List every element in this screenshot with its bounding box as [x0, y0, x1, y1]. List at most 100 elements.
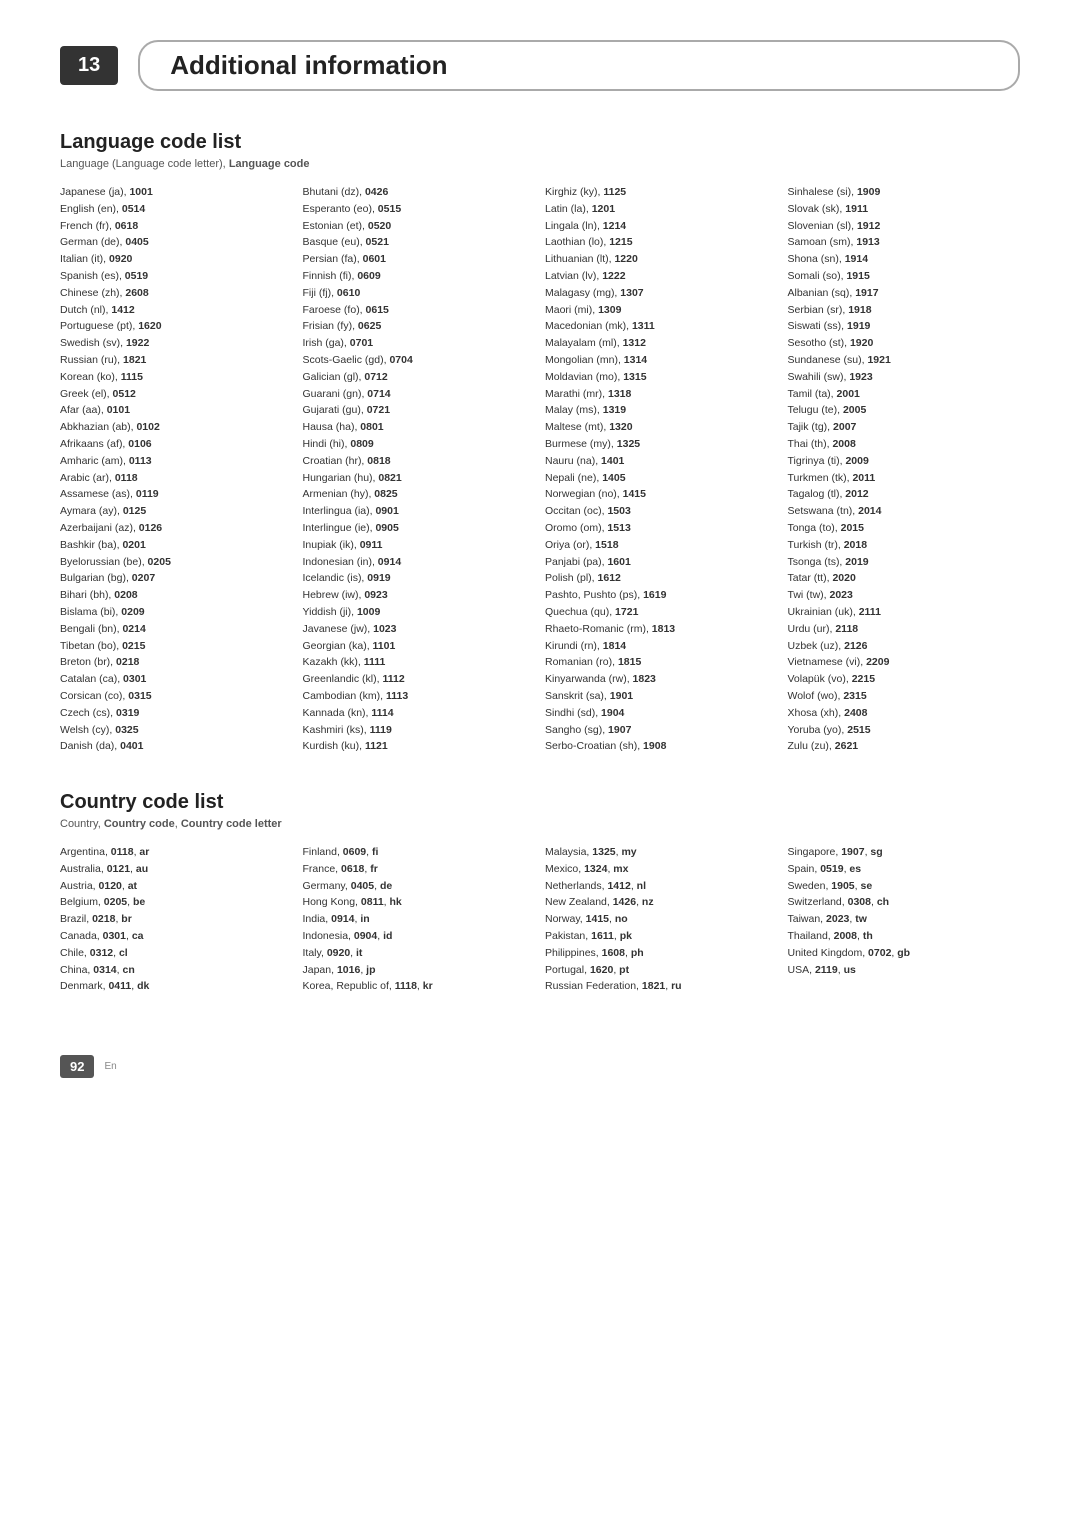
code-item: Singapore, 1907, sg	[788, 844, 1021, 861]
code-item: Greek (el), 0512	[60, 386, 293, 403]
code-item: Wolof (wo), 2315	[788, 688, 1021, 705]
code-item: Telugu (te), 2005	[788, 402, 1021, 419]
code-item: Bengali (bn), 0214	[60, 621, 293, 638]
code-item: Malay (ms), 1319	[545, 402, 778, 419]
footer-lang: En	[104, 1061, 116, 1072]
lang-col-2: Kirghiz (ky), 1125Latin (la), 1201Lingal…	[545, 184, 778, 755]
lang-col-1: Bhutani (dz), 0426Esperanto (eo), 0515Es…	[303, 184, 536, 755]
code-item: Netherlands, 1412, nl	[545, 878, 778, 895]
country-col-1: Finland, 0609, fiFrance, 0618, frGermany…	[303, 844, 536, 995]
code-item: Afar (aa), 0101	[60, 402, 293, 419]
code-item: Hausa (ha), 0801	[303, 419, 536, 436]
code-item: Australia, 0121, au	[60, 861, 293, 878]
code-item: Tibetan (bo), 0215	[60, 638, 293, 655]
code-item: Marathi (mr), 1318	[545, 386, 778, 403]
code-item: Uzbek (uz), 2126	[788, 638, 1021, 655]
code-item: Romanian (ro), 1815	[545, 654, 778, 671]
code-item: Cambodian (km), 1113	[303, 688, 536, 705]
code-item: Malagasy (mg), 1307	[545, 285, 778, 302]
code-item: Oriya (or), 1518	[545, 537, 778, 554]
code-item: Switzerland, 0308, ch	[788, 894, 1021, 911]
code-item: Slovenian (sl), 1912	[788, 218, 1021, 235]
code-item: Bhutani (dz), 0426	[303, 184, 536, 201]
code-item: Yiddish (ji), 1009	[303, 604, 536, 621]
code-item: Galician (gl), 0712	[303, 369, 536, 386]
country-col-3: Singapore, 1907, sgSpain, 0519, esSweden…	[788, 844, 1021, 995]
code-item: Canada, 0301, ca	[60, 928, 293, 945]
code-item: Dutch (nl), 1412	[60, 302, 293, 319]
code-item: Sanskrit (sa), 1901	[545, 688, 778, 705]
code-item: Gujarati (gu), 0721	[303, 402, 536, 419]
page-number: 92	[60, 1055, 94, 1078]
code-item: Korea, Republic of, 1118, kr	[303, 978, 536, 995]
code-item: Guarani (gn), 0714	[303, 386, 536, 403]
code-item: Burmese (my), 1325	[545, 436, 778, 453]
code-item: Byelorussian (be), 0205	[60, 554, 293, 571]
code-item: Kirundi (rn), 1814	[545, 638, 778, 655]
code-item: Scots-Gaelic (gd), 0704	[303, 352, 536, 369]
code-item: Esperanto (eo), 0515	[303, 201, 536, 218]
code-item: Sweden, 1905, se	[788, 878, 1021, 895]
code-item: Latin (la), 1201	[545, 201, 778, 218]
code-item: French (fr), 0618	[60, 218, 293, 235]
code-item: Azerbaijani (az), 0126	[60, 520, 293, 537]
code-item: Amharic (am), 0113	[60, 453, 293, 470]
code-item: Oromo (om), 1513	[545, 520, 778, 537]
code-item: Finland, 0609, fi	[303, 844, 536, 861]
code-item: Korean (ko), 1115	[60, 369, 293, 386]
code-item: Thai (th), 2008	[788, 436, 1021, 453]
code-item: Yoruba (yo), 2515	[788, 722, 1021, 739]
code-item: Javanese (jw), 1023	[303, 621, 536, 638]
country-col-0: Argentina, 0118, arAustralia, 0121, auAu…	[60, 844, 293, 995]
code-item: Ukrainian (uk), 2111	[788, 604, 1021, 621]
code-item: Portuguese (pt), 1620	[60, 318, 293, 335]
code-item: Malayalam (ml), 1312	[545, 335, 778, 352]
language-section-subtitle: Language (Language code letter), Languag…	[60, 158, 1020, 170]
code-item: Catalan (ca), 0301	[60, 671, 293, 688]
code-item: Assamese (as), 0119	[60, 486, 293, 503]
code-item: Occitan (oc), 1503	[545, 503, 778, 520]
code-item: Bulgarian (bg), 0207	[60, 570, 293, 587]
code-item: Bihari (bh), 0208	[60, 587, 293, 604]
code-item: New Zealand, 1426, nz	[545, 894, 778, 911]
code-item: Nepali (ne), 1405	[545, 470, 778, 487]
country-code-grid: Argentina, 0118, arAustralia, 0121, auAu…	[60, 844, 1020, 995]
country-subtitle-bold2: Country code letter	[181, 818, 282, 830]
code-item: Tigrinya (ti), 2009	[788, 453, 1021, 470]
code-item: Swahili (sw), 1923	[788, 369, 1021, 386]
footer: 92 En	[60, 1055, 1020, 1078]
code-item: Siswati (ss), 1919	[788, 318, 1021, 335]
code-item: Malaysia, 1325, my	[545, 844, 778, 861]
code-item: Panjabi (pa), 1601	[545, 554, 778, 571]
code-item: Finnish (fi), 0609	[303, 268, 536, 285]
code-item: Laothian (lo), 1215	[545, 234, 778, 251]
code-item: Samoan (sm), 1913	[788, 234, 1021, 251]
code-item: Chinese (zh), 2608	[60, 285, 293, 302]
code-item: Interlingue (ie), 0905	[303, 520, 536, 537]
code-item: Chile, 0312, cl	[60, 945, 293, 962]
lang-col-0: Japanese (ja), 1001English (en), 0514Fre…	[60, 184, 293, 755]
code-item: Sinhalese (si), 1909	[788, 184, 1021, 201]
code-item: Twi (tw), 2023	[788, 587, 1021, 604]
code-item: Volapük (vo), 2215	[788, 671, 1021, 688]
code-item: Inupiak (ik), 0911	[303, 537, 536, 554]
code-item: Russian (ru), 1821	[60, 352, 293, 369]
code-item: Slovak (sk), 1911	[788, 201, 1021, 218]
code-item: Quechua (qu), 1721	[545, 604, 778, 621]
country-col-2: Malaysia, 1325, myMexico, 1324, mxNether…	[545, 844, 778, 995]
code-item: Rhaeto-Romanic (rm), 1813	[545, 621, 778, 638]
code-item: Armenian (hy), 0825	[303, 486, 536, 503]
code-item: Fiji (fj), 0610	[303, 285, 536, 302]
code-item: Taiwan, 2023, tw	[788, 911, 1021, 928]
code-item: Bashkir (ba), 0201	[60, 537, 293, 554]
code-item: Shona (sn), 1914	[788, 251, 1021, 268]
code-item: Tajik (tg), 2007	[788, 419, 1021, 436]
code-item: Germany, 0405, de	[303, 878, 536, 895]
country-section-subtitle: Country, Country code, Country code lett…	[60, 818, 1020, 830]
code-item: Bislama (bi), 0209	[60, 604, 293, 621]
code-item: Kurdish (ku), 1121	[303, 738, 536, 755]
code-item: Japanese (ja), 1001	[60, 184, 293, 201]
country-subtitle-bold1: Country code	[104, 818, 175, 830]
code-item: Welsh (cy), 0325	[60, 722, 293, 739]
code-item: Kirghiz (ky), 1125	[545, 184, 778, 201]
